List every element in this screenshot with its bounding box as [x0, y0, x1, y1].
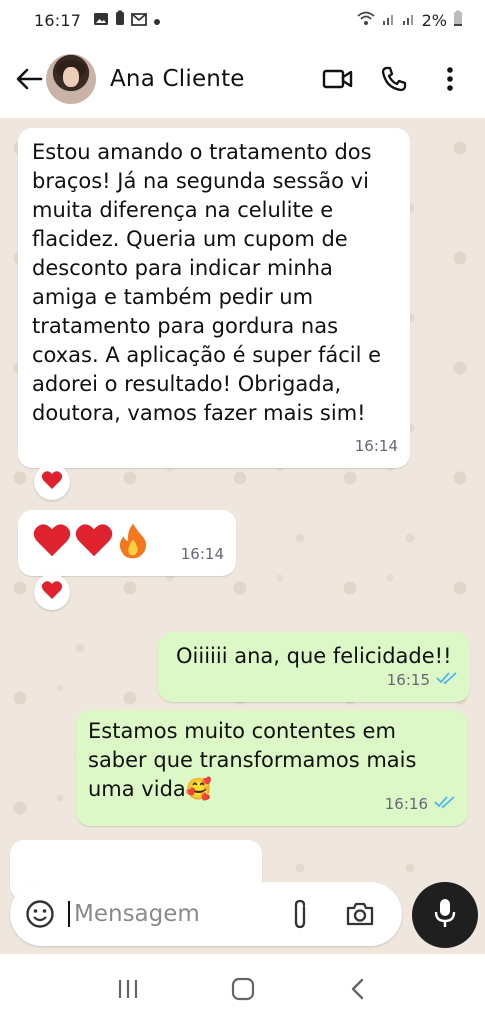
- camera-icon[interactable]: [340, 894, 380, 934]
- reaction-badge[interactable]: [34, 574, 70, 610]
- home-icon[interactable]: [223, 969, 263, 1009]
- emoji-icon[interactable]: [20, 894, 60, 934]
- video-call-icon[interactable]: [321, 62, 355, 96]
- message-outgoing[interactable]: Oiiiiii ana, que felicidade!! 16:15: [158, 632, 470, 702]
- gmail-icon: [131, 11, 148, 30]
- message-time: 16:16: [384, 795, 428, 813]
- status-time: 16:17: [34, 10, 82, 30]
- heart-icon: [75, 524, 113, 557]
- image-icon: [93, 11, 109, 30]
- mic-icon: [433, 897, 457, 933]
- back-icon[interactable]: [338, 969, 378, 1009]
- wifi-icon: [356, 10, 376, 30]
- heart-icon: [33, 524, 71, 557]
- message-emojis: [32, 522, 150, 560]
- heart-icon: [41, 470, 63, 494]
- mic-button[interactable]: [412, 882, 478, 948]
- reaction-badge[interactable]: [34, 464, 70, 500]
- status-bar: 16:17 2%: [0, 0, 485, 40]
- message-text: Estou amando o tratamento dos braços! Já…: [32, 140, 382, 425]
- message-time: 16:14: [354, 437, 398, 455]
- composer: [0, 870, 485, 954]
- signal-icon: [382, 11, 396, 30]
- message-time: 16:15: [386, 671, 430, 689]
- message-incoming[interactable]: Estou amando o tratamento dos braços! Já…: [18, 128, 410, 468]
- recents-icon[interactable]: [108, 969, 148, 1009]
- message-outgoing[interactable]: Estamos muito contentes em saber que tra…: [76, 710, 468, 826]
- dot-icon: [153, 11, 161, 30]
- battery-icon: [453, 10, 463, 31]
- battery-saver-icon: [115, 10, 125, 30]
- chat-header: Ana Cliente: [0, 40, 485, 118]
- contact-name[interactable]: Ana Cliente: [110, 66, 245, 92]
- fire-icon: [119, 523, 147, 559]
- message-incoming[interactable]: 16:14: [18, 510, 236, 576]
- phone-icon[interactable]: [377, 62, 411, 96]
- heart-icon: [41, 580, 63, 604]
- read-ticks-icon: [436, 666, 458, 695]
- read-ticks-icon: [434, 790, 456, 819]
- attach-icon[interactable]: [282, 894, 318, 934]
- chat-area[interactable]: Estou amando o tratamento dos braços! Já…: [0, 118, 485, 954]
- battery-percent: 2%: [421, 10, 447, 30]
- message-time: 16:14: [180, 545, 224, 563]
- signal-icon: [402, 11, 416, 30]
- avatar[interactable]: [46, 54, 96, 104]
- more-vert-icon[interactable]: [433, 62, 467, 96]
- message-input[interactable]: [68, 901, 268, 927]
- message-input-container[interactable]: [10, 882, 402, 946]
- system-navbar: [0, 954, 485, 1024]
